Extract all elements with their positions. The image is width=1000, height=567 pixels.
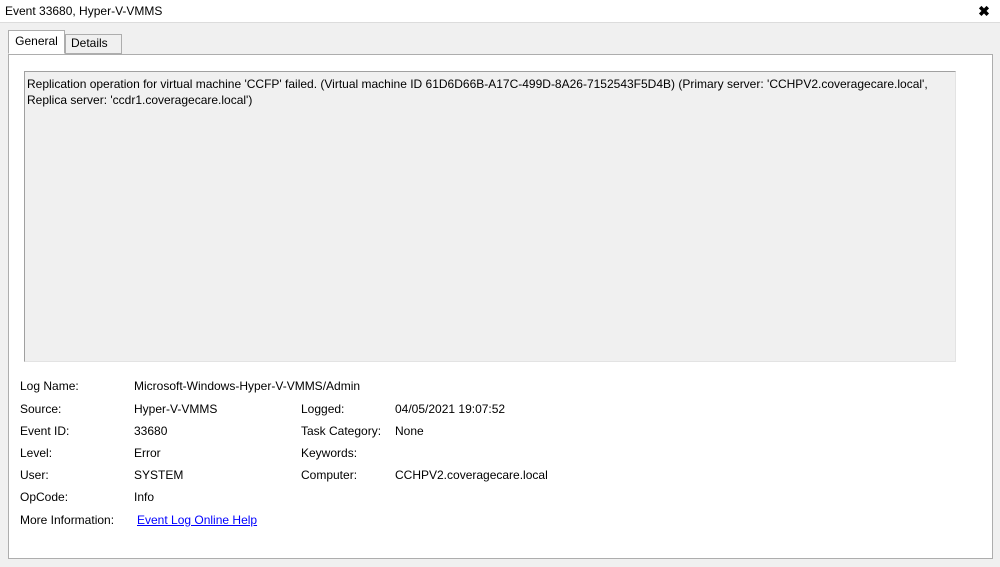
description-line-1: Replication operation for virtual machin… [27, 77, 928, 91]
opcode-label: OpCode: [20, 490, 69, 504]
logged-label: Logged: [301, 402, 345, 416]
general-panel: Replication operation for virtual machin… [8, 54, 993, 559]
level-value: Error [134, 446, 161, 460]
task-category-value: None [395, 424, 424, 438]
user-value: SYSTEM [134, 468, 184, 482]
computer-value: CCHPV2.coveragecare.local [395, 468, 548, 482]
level-label: Level: [20, 446, 53, 460]
close-icon[interactable]: ✖ [974, 1, 994, 21]
source-label: Source: [20, 402, 62, 416]
user-label: User: [20, 468, 49, 482]
event-id-label: Event ID: [20, 424, 70, 438]
opcode-value: Info [134, 490, 155, 504]
computer-label: Computer: [301, 468, 358, 482]
description-line-2: Replica server: 'ccdr1.coveragecare.loca… [27, 93, 253, 107]
title-bar: Event 33680, Hyper-V-VMMS ✖ [0, 0, 1000, 23]
log-name-value: Microsoft-Windows-Hyper-V-VMMS/Admin [134, 379, 361, 393]
more-information-label: More Information: [20, 513, 115, 527]
tab-general[interactable]: General [8, 30, 65, 54]
event-id-value: 33680 [134, 424, 168, 438]
log-name-label: Log Name: [20, 379, 79, 393]
tab-details[interactable]: Details [65, 34, 122, 54]
event-log-online-help-link[interactable]: Event Log Online Help [137, 513, 257, 527]
source-value: Hyper-V-VMMS [134, 402, 218, 416]
logged-value: 04/05/2021 19:07:52 [395, 402, 506, 416]
keywords-label: Keywords: [301, 446, 358, 460]
window-title: Event 33680, Hyper-V-VMMS [5, 4, 163, 18]
task-category-label: Task Category: [301, 424, 382, 438]
event-description[interactable]: Replication operation for virtual machin… [24, 71, 956, 362]
